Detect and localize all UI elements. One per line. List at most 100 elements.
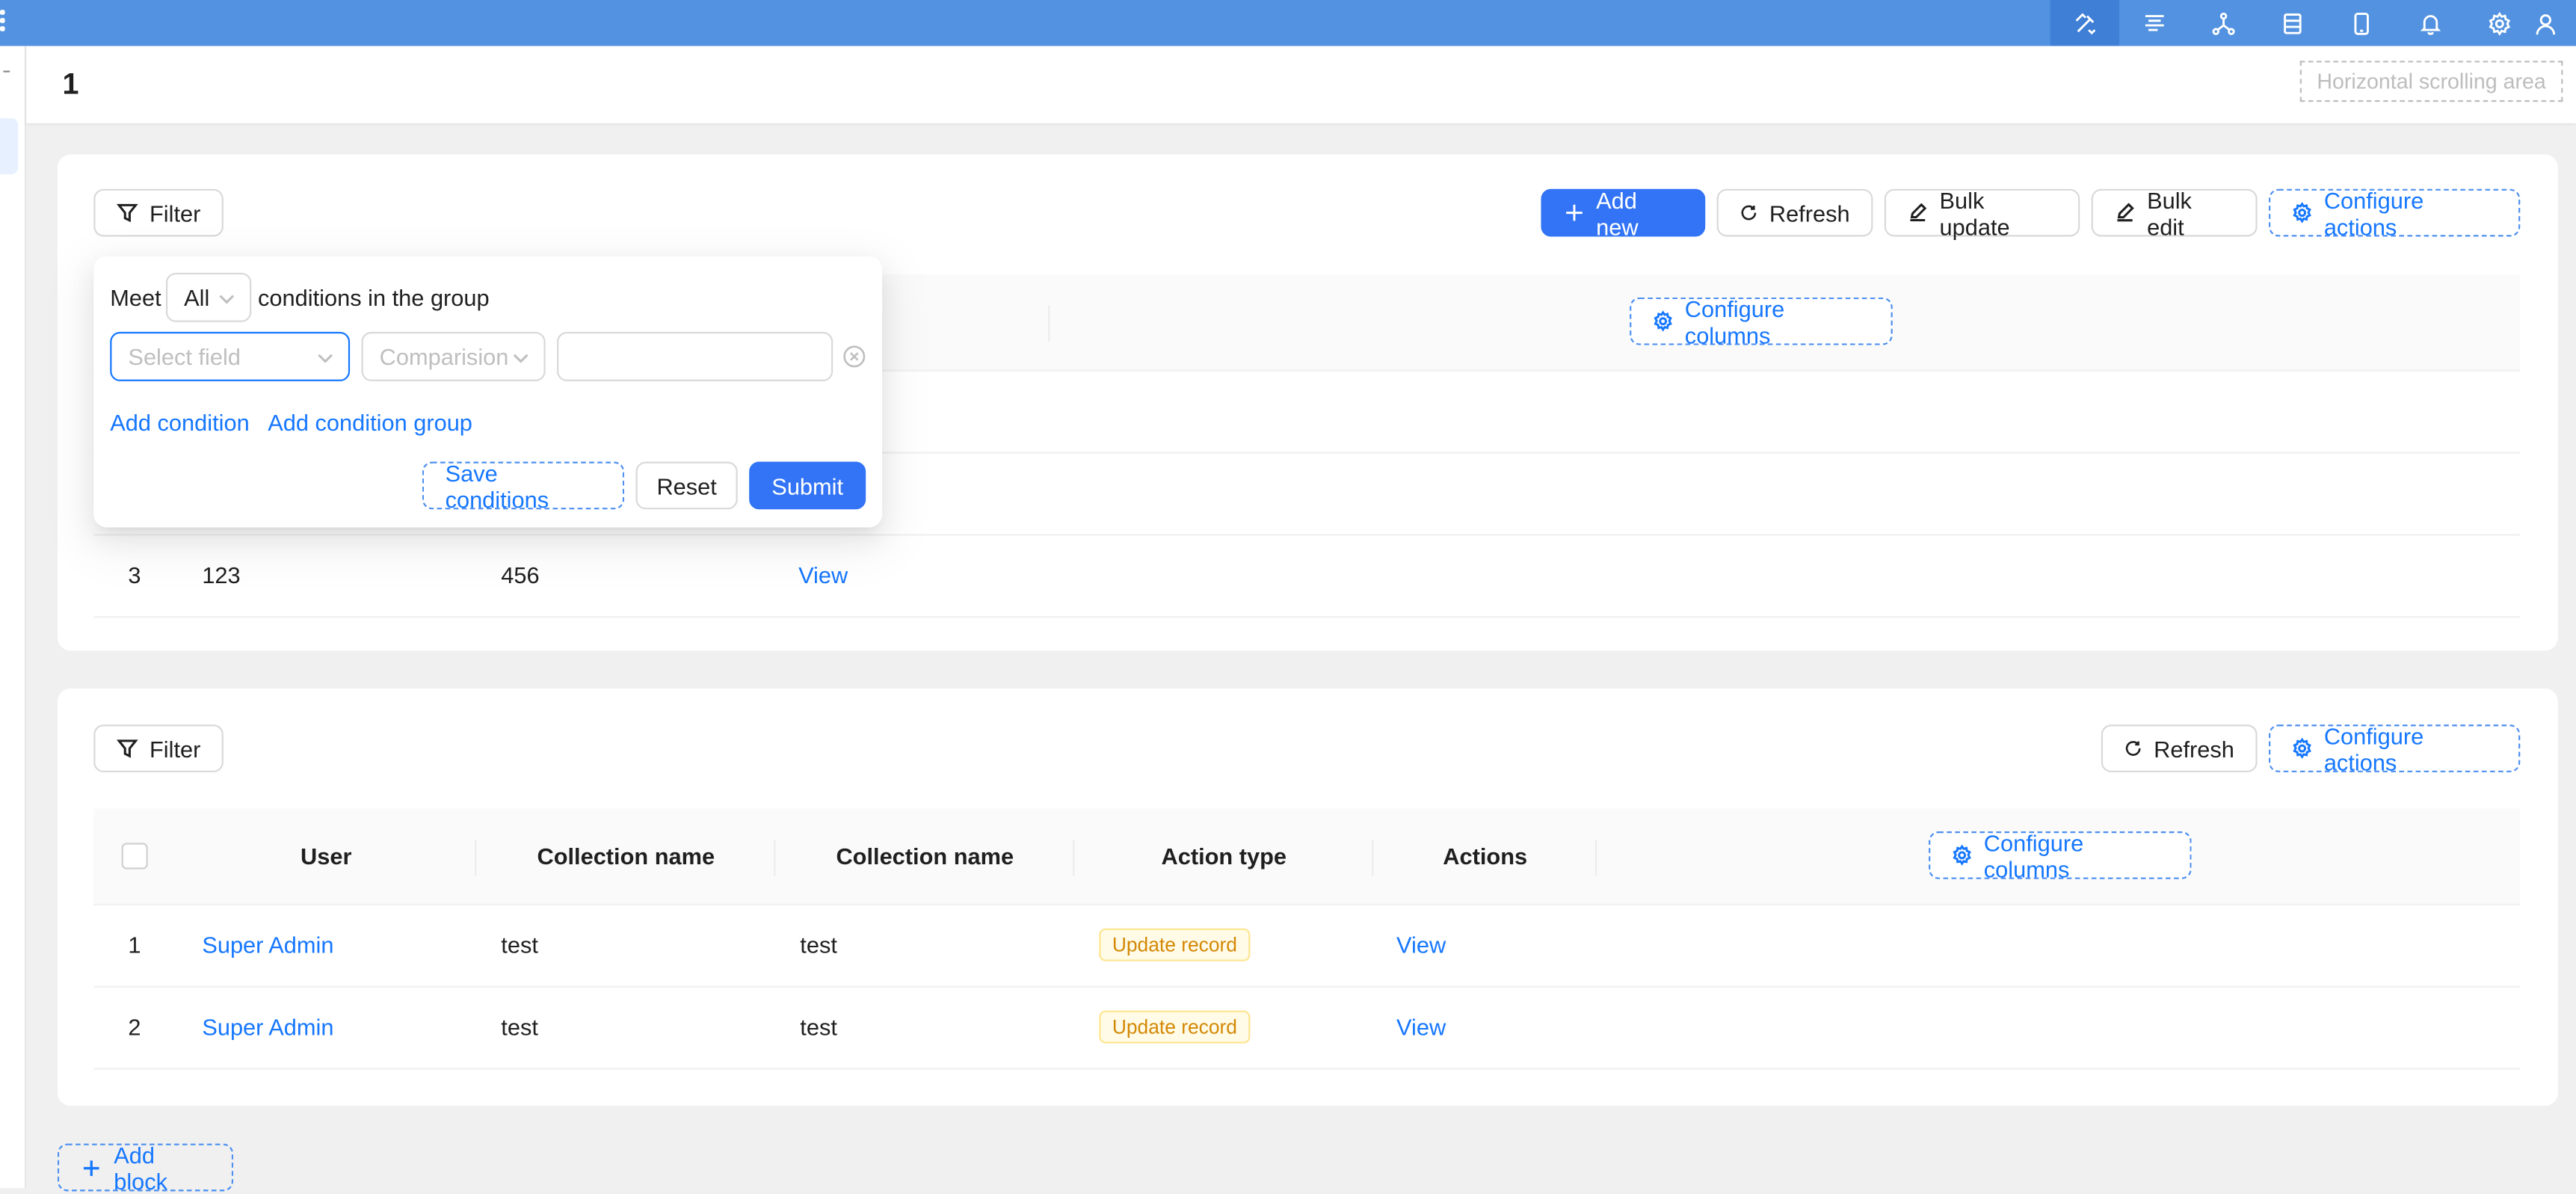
value-input[interactable] xyxy=(557,331,833,381)
sidebar-collapse-handle[interactable] xyxy=(3,70,10,73)
select-all-checkbox[interactable] xyxy=(121,843,148,870)
table-cell: 456 xyxy=(501,561,540,588)
column-header-collection-name[interactable]: Collection name xyxy=(775,808,1075,903)
bulk-update-button[interactable]: Bulk update xyxy=(1884,186,2080,239)
table-cell: 123 xyxy=(202,561,241,588)
configure-columns-label: Configure columns xyxy=(1684,295,1785,348)
edit-icon xyxy=(2117,203,2134,222)
bulk-edit-button[interactable]: Bulk edit xyxy=(2091,186,2258,239)
refresh-label: Refresh xyxy=(2154,735,2234,762)
chevron-down-icon xyxy=(318,354,333,363)
app-menu-icon[interactable] xyxy=(0,10,7,36)
remove-condition-icon[interactable] xyxy=(842,345,866,369)
configure-columns-button[interactable]: Configure columns xyxy=(1630,295,1893,348)
add-condition-link[interactable]: Add condition xyxy=(110,409,249,435)
add-condition-group-link[interactable]: Add condition group xyxy=(268,409,472,435)
row-index: 2 xyxy=(128,1013,141,1041)
table-block-2: Filter Refresh Configure actions User Co… xyxy=(57,688,2558,1107)
field-select-placeholder: Select field xyxy=(128,343,241,370)
action-type-cell: Update record xyxy=(1099,986,1251,1068)
view-link[interactable]: View xyxy=(1396,986,1446,1068)
ui-editor-icon[interactable] xyxy=(2050,0,2120,46)
refresh-button[interactable]: Refresh xyxy=(2101,724,2258,772)
group-text: conditions in the group xyxy=(258,284,490,311)
column-header-user[interactable]: User xyxy=(176,808,477,903)
refresh-label: Refresh xyxy=(1769,200,1850,227)
bell-icon[interactable] xyxy=(2395,0,2464,46)
field-select[interactable]: Select field xyxy=(110,331,351,381)
settings-icon[interactable] xyxy=(2465,0,2533,46)
gear-icon xyxy=(1953,844,1971,866)
row-index: 3 xyxy=(128,561,141,588)
collection-icon[interactable] xyxy=(2258,0,2326,46)
table-row[interactable]: 3 123 456 View xyxy=(93,534,2521,618)
column-header-action-type[interactable]: Action type xyxy=(1074,808,1374,903)
configure-actions-button[interactable]: Configure actions xyxy=(2269,186,2521,239)
user-icon[interactable] xyxy=(2533,0,2576,46)
horizontal-scroll-area[interactable]: Horizontal scrolling area xyxy=(2299,61,2563,102)
user-link[interactable]: Super Admin xyxy=(202,904,333,986)
page-header: 1 Horizontal scrolling area xyxy=(26,46,2576,123)
workflow-icon[interactable] xyxy=(2188,0,2257,46)
comparison-select-placeholder: Comparision xyxy=(379,343,509,370)
filter-popover: Meet All conditions in the group Select … xyxy=(93,256,883,528)
plus-icon xyxy=(1566,204,1583,221)
menu-editor-icon[interactable] xyxy=(2119,0,2188,46)
column-collection-label: Collection name xyxy=(537,843,715,870)
column-action-type-label: Action type xyxy=(1161,843,1287,870)
comparison-select[interactable]: Comparision xyxy=(361,331,546,381)
column-header-actions[interactable]: Actions xyxy=(1373,808,1597,903)
gear-icon xyxy=(2293,737,2311,760)
mobile-icon[interactable] xyxy=(2326,0,2395,46)
save-conditions-button[interactable]: Save conditions xyxy=(422,459,625,512)
select-all-cell xyxy=(93,808,176,903)
bulk-edit-label: Bulk edit xyxy=(2147,186,2192,239)
column-user-label: User xyxy=(301,843,352,870)
table-cell: test xyxy=(501,932,538,958)
gear-icon xyxy=(1654,310,1672,332)
user-link[interactable]: Super Admin xyxy=(202,986,333,1068)
filter-label: Filter xyxy=(149,735,201,762)
configure-actions-label: Configure actions xyxy=(2323,721,2424,775)
table-cell: test xyxy=(800,932,837,958)
filter-icon xyxy=(117,203,138,223)
row-index: 1 xyxy=(128,932,141,958)
configure-columns-button[interactable]: Configure columns xyxy=(1929,828,2192,882)
refresh-button[interactable]: Refresh xyxy=(1716,188,1873,237)
submit-button[interactable]: Submit xyxy=(749,461,866,510)
column-header-collection-name[interactable]: Collection name xyxy=(476,808,776,903)
add-block-label: Add block xyxy=(114,1141,168,1194)
add-new-button[interactable]: Add new xyxy=(1541,186,1706,239)
status-badge: Update record xyxy=(1099,928,1251,961)
sidebar xyxy=(0,46,27,1188)
configure-columns-label: Configure columns xyxy=(1983,828,2084,882)
filter-icon xyxy=(117,739,138,758)
add-block-button[interactable]: Add block xyxy=(57,1141,234,1194)
configure-actions-button[interactable]: Configure actions xyxy=(2269,721,2521,775)
table-cell: test xyxy=(501,1013,538,1041)
submit-label: Submit xyxy=(771,472,844,499)
status-badge: Update record xyxy=(1099,1010,1251,1044)
reset-button[interactable]: Reset xyxy=(635,461,738,510)
sidebar-selected-item[interactable] xyxy=(0,118,19,174)
table-row[interactable]: 2 Super Admin test test Update record Vi… xyxy=(93,986,2521,1070)
table-cell: test xyxy=(800,1013,837,1041)
meet-label: Meet xyxy=(110,284,161,311)
view-link[interactable]: View xyxy=(798,534,848,616)
topbar-icons xyxy=(2050,0,2576,46)
edit-icon xyxy=(1910,203,1927,221)
add-new-label: Add new xyxy=(1596,186,1639,239)
gear-icon xyxy=(2293,202,2311,224)
logic-select[interactable]: All xyxy=(165,272,252,322)
action-type-cell: Update record xyxy=(1099,904,1251,986)
filter-button[interactable]: Filter xyxy=(93,724,224,772)
logic-select-value: All xyxy=(184,284,210,311)
save-conditions-label: Save conditions xyxy=(445,459,549,512)
filter-button[interactable]: Filter xyxy=(93,188,224,237)
table-row[interactable]: 1 Super Admin test test Update record Vi… xyxy=(93,904,2521,988)
data-table-2: User Collection name Collection name Act… xyxy=(93,808,2521,1071)
bulk-update-label: Bulk update xyxy=(1939,186,2010,239)
configure-actions-label: Configure actions xyxy=(2323,186,2424,239)
view-link[interactable]: View xyxy=(1396,904,1446,986)
refresh-icon xyxy=(1741,205,1757,221)
